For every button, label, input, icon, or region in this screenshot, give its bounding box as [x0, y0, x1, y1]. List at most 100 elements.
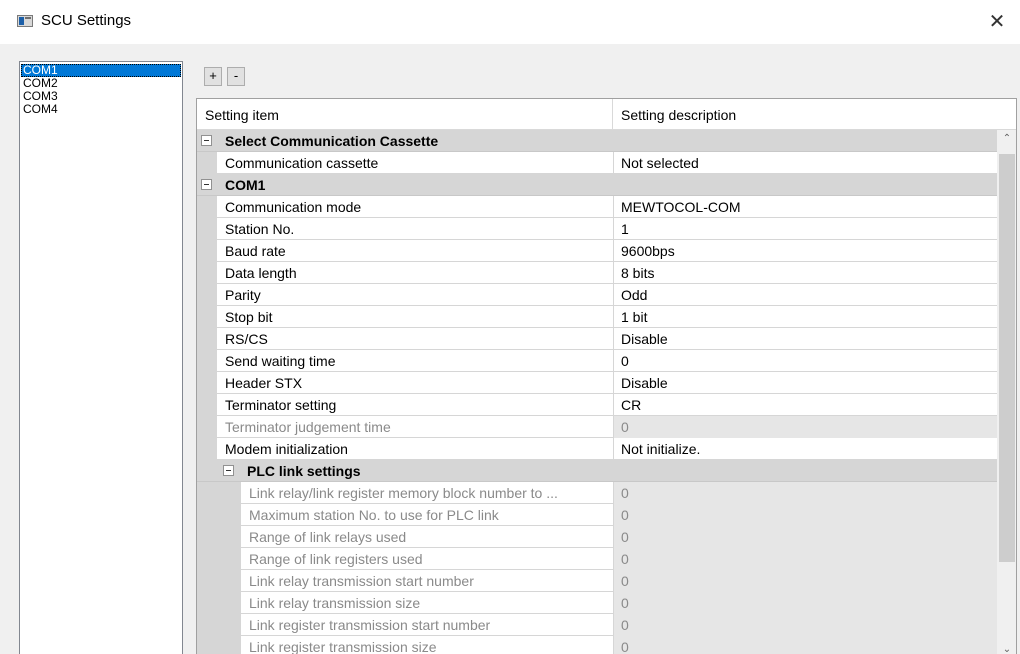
setting-row[interactable]: Header STX Disable [197, 372, 997, 394]
setting-value[interactable]: CR [613, 394, 997, 416]
setting-row: Link relay transmission start number 0 [197, 570, 997, 592]
setting-name: Data length [225, 265, 297, 281]
remove-button[interactable]: - [227, 67, 245, 86]
category-label: PLC link settings [247, 463, 361, 479]
port-list[interactable]: COM1 COM2 COM3 COM4 [19, 61, 183, 654]
add-button[interactable]: + [204, 67, 222, 86]
setting-name: Communication cassette [225, 155, 379, 171]
category-row[interactable]: COM1 [197, 174, 997, 196]
category-row[interactable]: Select Communication Cassette [197, 130, 997, 152]
row-gutter [197, 240, 217, 262]
scroll-down-icon[interactable]: ⌄ [997, 641, 1016, 654]
setting-row[interactable]: Communication cassette Not selected [197, 152, 997, 174]
setting-value[interactable]: Disable [613, 372, 997, 394]
port-item-com4[interactable]: COM4 [21, 103, 181, 116]
setting-row: Link register transmission start number 0 [197, 614, 997, 636]
setting-name: Terminator setting [225, 397, 337, 413]
row-gutter [197, 394, 217, 416]
setting-value[interactable]: MEWTOCOL-COM [613, 196, 997, 218]
setting-row: Range of link relays used 0 [197, 526, 997, 548]
row-gutter [197, 614, 241, 636]
setting-row: Range of link registers used 0 [197, 548, 997, 570]
row-gutter [197, 218, 217, 240]
setting-row[interactable]: Parity Odd [197, 284, 997, 306]
setting-value: 0 [613, 416, 997, 438]
setting-value[interactable]: Not initialize. [613, 438, 997, 460]
settings-grid: Setting item Setting description Select … [196, 98, 1017, 654]
row-gutter [197, 152, 217, 174]
setting-name: Terminator judgement time [225, 419, 391, 435]
setting-row[interactable]: Modem initialization Not initialize. [197, 438, 997, 460]
setting-row[interactable]: Station No. 1 [197, 218, 997, 240]
setting-name: Communication mode [225, 199, 362, 215]
scroll-thumb[interactable] [999, 154, 1015, 562]
setting-name: Header STX [225, 375, 303, 391]
row-gutter [197, 328, 217, 350]
setting-name: Station No. [225, 221, 295, 237]
setting-name: Link register transmission start number [249, 617, 491, 633]
setting-value[interactable]: 1 [613, 218, 997, 240]
setting-name: Link register transmission size [249, 639, 437, 654]
collapse-icon[interactable] [223, 465, 234, 476]
setting-name: RS/CS [225, 331, 268, 347]
column-header-setting-item[interactable]: Setting item [197, 99, 613, 130]
setting-name: Send waiting time [225, 353, 336, 369]
category-row[interactable]: PLC link settings [197, 460, 997, 482]
setting-value[interactable]: 9600bps [613, 240, 997, 262]
setting-row[interactable]: Terminator setting CR [197, 394, 997, 416]
row-gutter [197, 284, 217, 306]
setting-name: Parity [225, 287, 261, 303]
setting-name: Link relay/link register memory block nu… [249, 485, 558, 501]
setting-value[interactable]: Odd [613, 284, 997, 306]
vertical-scrollbar[interactable]: ⌃ ⌄ [997, 130, 1016, 654]
scroll-up-icon[interactable]: ⌃ [997, 130, 1016, 147]
row-gutter [197, 636, 241, 654]
setting-value: 0 [613, 526, 997, 548]
row-gutter [197, 570, 241, 592]
setting-value: 0 [613, 482, 997, 504]
setting-row: Link relay/link register memory block nu… [197, 482, 997, 504]
setting-value: 0 [613, 592, 997, 614]
setting-row[interactable]: Stop bit 1 bit [197, 306, 997, 328]
row-gutter [197, 438, 217, 460]
setting-row: Link register transmission size 0 [197, 636, 997, 654]
row-gutter [197, 416, 217, 438]
row-gutter [197, 526, 241, 548]
row-gutter [197, 504, 241, 526]
setting-value: 0 [613, 504, 997, 526]
grid-rows: Select Communication Cassette Communicati… [197, 130, 997, 654]
setting-value[interactable]: 1 bit [613, 306, 997, 328]
setting-name: Link relay transmission start number [249, 573, 474, 589]
setting-value[interactable]: 8 bits [613, 262, 997, 284]
setting-row[interactable]: Communication mode MEWTOCOL-COM [197, 196, 997, 218]
collapse-icon[interactable] [201, 179, 212, 190]
setting-name: Link relay transmission size [249, 595, 421, 611]
setting-value[interactable]: 0 [613, 350, 997, 372]
setting-value: 0 [613, 570, 997, 592]
collapse-icon[interactable] [201, 135, 212, 146]
row-gutter [197, 592, 241, 614]
close-icon[interactable]: ✕ [974, 0, 1020, 44]
column-header-setting-description[interactable]: Setting description [613, 99, 1016, 130]
setting-value: 0 [613, 614, 997, 636]
setting-name: Maximum station No. to use for PLC link [249, 507, 499, 523]
row-gutter [197, 262, 217, 284]
setting-row: Maximum station No. to use for PLC link 0 [197, 504, 997, 526]
setting-row: Link relay transmission size 0 [197, 592, 997, 614]
setting-name: Baud rate [225, 243, 286, 259]
setting-row[interactable]: Send waiting time 0 [197, 350, 997, 372]
setting-name: Stop bit [225, 309, 273, 325]
setting-name: Range of link relays used [249, 529, 407, 545]
setting-name: Modem initialization [225, 441, 348, 457]
app-icon [17, 15, 33, 27]
title-bar: SCU Settings ✕ [0, 0, 1020, 44]
setting-value[interactable]: Not selected [613, 152, 997, 174]
window-title: SCU Settings [41, 12, 132, 29]
setting-value[interactable]: Disable [613, 328, 997, 350]
row-gutter [197, 372, 217, 394]
setting-row[interactable]: RS/CS Disable [197, 328, 997, 350]
setting-row[interactable]: Data length 8 bits [197, 262, 997, 284]
row-gutter [197, 350, 217, 372]
setting-name: Range of link registers used [249, 551, 423, 567]
setting-row[interactable]: Baud rate 9600bps [197, 240, 997, 262]
